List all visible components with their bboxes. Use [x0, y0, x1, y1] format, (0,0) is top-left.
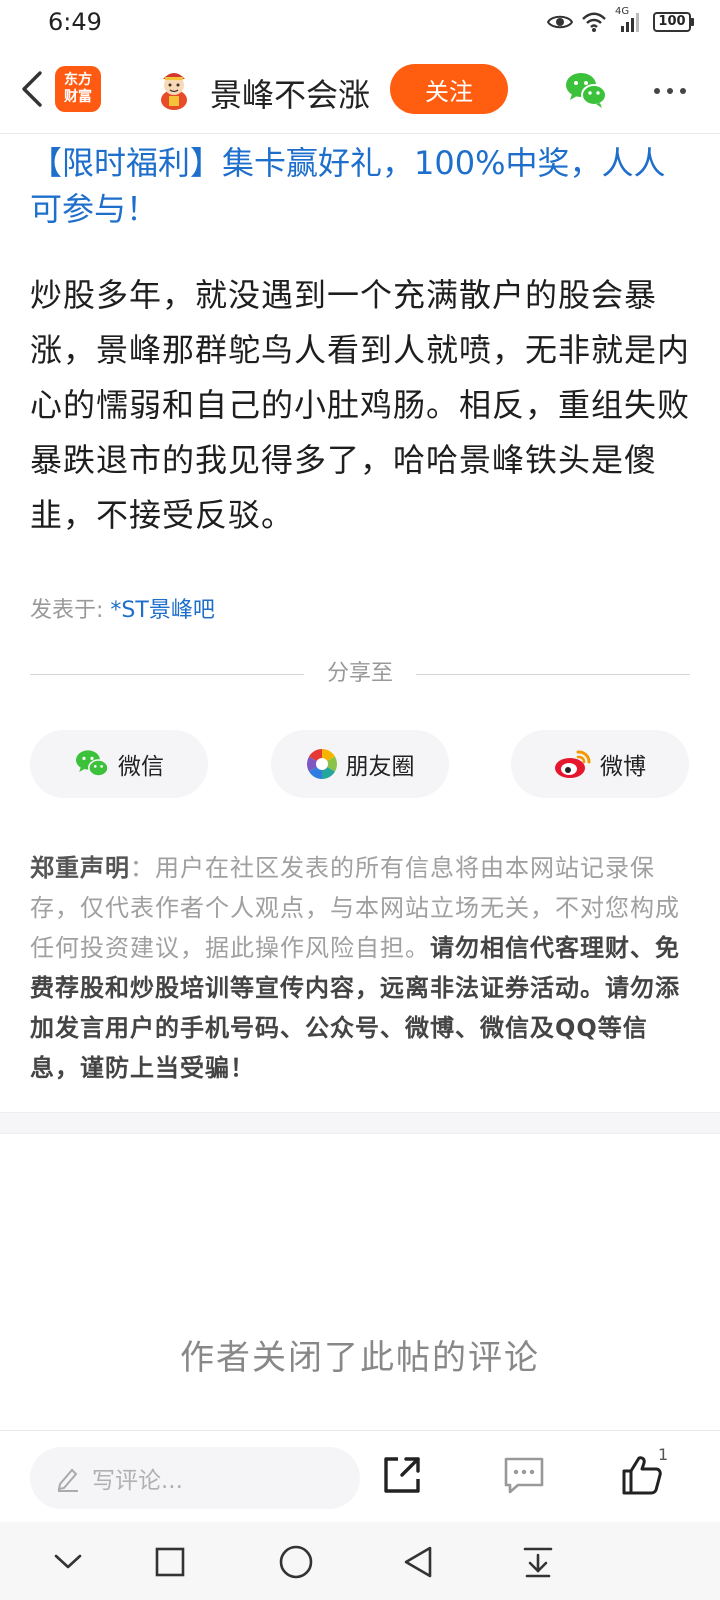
- moments-icon: [306, 749, 337, 779]
- collapse-icon[interactable]: [46, 1540, 90, 1584]
- avatar-icon[interactable]: [152, 68, 196, 112]
- app-logo-line1: 东方: [64, 72, 92, 88]
- comment-icon: [504, 1457, 544, 1494]
- app-logo-line2: 财富: [64, 89, 92, 105]
- share-weibo-button[interactable]: 微博: [511, 730, 689, 798]
- section-divider: [0, 1112, 720, 1134]
- bottom-action-bar: 写评论... 1: [0, 1430, 720, 1522]
- comment-input[interactable]: 写评论...: [30, 1447, 360, 1509]
- disclaimer: 郑重声明：用户在社区发表的所有信息将由本网站记录保存，仅代表作者个人观点，与本网…: [30, 848, 692, 1088]
- more-icon[interactable]: [648, 76, 692, 106]
- comments-closed-text: 作者关闭了此帖的评论: [180, 1338, 540, 1378]
- home-icon[interactable]: [274, 1540, 318, 1584]
- share-icon: [384, 1457, 420, 1493]
- comment-button[interactable]: [502, 1453, 546, 1497]
- follow-button[interactable]: 关注: [390, 64, 508, 114]
- wechat-icon[interactable]: [564, 70, 608, 110]
- app-logo[interactable]: 东方 财富: [55, 66, 101, 112]
- eye-icon: [547, 15, 573, 29]
- posted-in-bar-link[interactable]: *ST景峰吧: [110, 598, 214, 623]
- back-nav-icon[interactable]: [396, 1540, 440, 1584]
- status-time: 6:49: [48, 8, 102, 36]
- like-count: 1: [658, 1445, 669, 1464]
- posted-in-label: 发表于:: [30, 598, 104, 623]
- comment-placeholder: 写评论...: [92, 1468, 183, 1494]
- bar-name[interactable]: 景峰不会涨: [210, 70, 370, 116]
- status-icons: 4G 100: [547, 6, 694, 34]
- share-wechat-label: 微信: [118, 754, 164, 780]
- wifi-icon: [582, 12, 606, 32]
- back-button[interactable]: [14, 66, 50, 112]
- share-wechat-button[interactable]: 微信: [30, 730, 208, 798]
- share-weibo-label: 微博: [600, 754, 646, 780]
- wechat-icon: [76, 750, 109, 777]
- status-bar: 6:49 4G 100: [0, 0, 720, 46]
- system-nav-bar: [0, 1522, 720, 1600]
- posted-in: 发表于: *ST景峰吧: [30, 592, 215, 624]
- back-icon: [22, 71, 42, 107]
- battery-icon: 100: [653, 12, 694, 32]
- download-icon[interactable]: [516, 1540, 560, 1584]
- share-button[interactable]: [380, 1453, 424, 1497]
- recent-apps-icon[interactable]: [148, 1540, 192, 1584]
- signal-icon: 4G: [615, 6, 645, 34]
- promo-link[interactable]: 【限时福利】集卡赢好礼，100%中奖，人人可参与！: [30, 140, 680, 232]
- battery-level: 100: [653, 12, 691, 32]
- post-body: 炒股多年，就没遇到一个充满散户的股会暴涨，景峰那群鸵鸟人看到人就喷，无非就是内心…: [30, 276, 691, 534]
- top-header: 东方 财富 景峰不会涨 关注: [0, 46, 720, 134]
- share-moments-label: 朋友圈: [345, 754, 415, 780]
- pencil-icon: [57, 1468, 78, 1492]
- disclaimer-colon: ：: [130, 854, 155, 882]
- disclaimer-title: 郑重声明: [30, 854, 130, 882]
- share-moments-button[interactable]: 朋友圈: [271, 730, 449, 798]
- weibo-icon: [555, 750, 591, 778]
- share-divider: 分享至: [30, 660, 690, 690]
